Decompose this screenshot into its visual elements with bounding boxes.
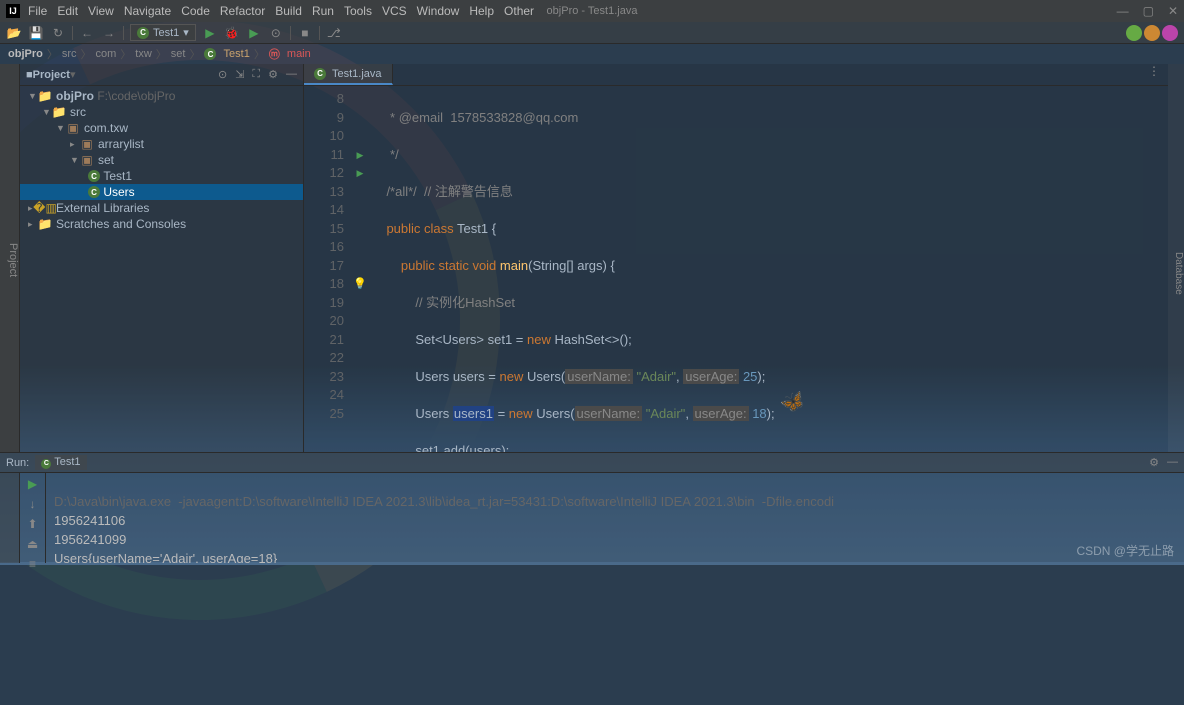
save-icon[interactable]: 💾: [28, 25, 44, 41]
rerun-icon[interactable]: ▶: [28, 477, 37, 491]
menu-run[interactable]: Run: [312, 4, 334, 18]
open-icon[interactable]: 📂: [6, 25, 22, 41]
right-tool-strip[interactable]: Database: [1168, 64, 1184, 452]
toolbar: 📂 💾 ↻ ← → CTest1 ▾ ▶ 🐞 ▶ ⊙ ■ ⎇: [0, 22, 1184, 44]
menu-file[interactable]: File: [28, 4, 47, 18]
target-icon[interactable]: ⊙: [218, 68, 227, 81]
menu-other[interactable]: Other: [504, 4, 534, 18]
code-lines[interactable]: * @email 1578533828@qq.com */ /*all*/ //…: [368, 86, 1168, 452]
layout-icon[interactable]: ≡: [29, 557, 36, 571]
bc-set[interactable]: set: [171, 48, 186, 60]
window-title: objPro - Test1.java: [547, 5, 638, 17]
tree-root[interactable]: ▼📁objPro F:\code\objPro: [20, 88, 303, 104]
class-icon: C: [204, 48, 216, 60]
menu-code[interactable]: Code: [181, 4, 210, 18]
tree-users[interactable]: C Users: [20, 184, 303, 200]
menu-navigate[interactable]: Navigate: [124, 4, 171, 18]
back-icon[interactable]: ←: [79, 25, 95, 41]
menu-build[interactable]: Build: [275, 4, 302, 18]
run-label: Run:: [6, 457, 29, 469]
settings-icon[interactable]: ⚙: [268, 68, 278, 81]
bc-com[interactable]: com: [96, 48, 117, 60]
project-panel-title: Project: [33, 69, 70, 81]
tree-src[interactable]: ▼📁src: [20, 104, 303, 120]
run-settings-icon[interactable]: ⚙: [1149, 456, 1159, 469]
bc-class[interactable]: Test1: [224, 48, 250, 60]
forward-icon[interactable]: →: [101, 25, 117, 41]
run-hide-icon[interactable]: —: [1167, 456, 1178, 469]
debug-icon[interactable]: 🐞: [224, 25, 240, 41]
tree-scratches[interactable]: ▸📁Scratches and Consoles: [20, 216, 303, 232]
menu-help[interactable]: Help: [469, 4, 494, 18]
collapse-icon[interactable]: ⇲: [235, 68, 244, 81]
stop-icon[interactable]: ■: [297, 25, 313, 41]
run-class-gutter-icon[interactable]: ▶: [352, 146, 368, 165]
bc-method[interactable]: main: [287, 48, 311, 60]
project-panel: ■ Project ▾ ⊙ ⇲ ⛶ ⚙ — ▼📁objPro F:\code\o…: [20, 64, 304, 452]
title-bar: IJ File Edit View Navigate Code Refactor…: [0, 0, 1184, 22]
watermark: CSDN @学无止路: [1076, 542, 1174, 559]
breadcrumb: objPro〉 src〉 com〉 txw〉 set〉 C Test1〉 ⓜ m…: [0, 44, 1184, 64]
avatar-2[interactable]: [1144, 25, 1160, 41]
gutter: ▶▶ 💡: [352, 86, 368, 452]
app-icon: IJ: [6, 4, 20, 18]
tree-external[interactable]: ▸�▥External Libraries: [20, 200, 303, 216]
tree-arrarylist[interactable]: ▸▣arrarylist: [20, 136, 303, 152]
run-method-gutter-icon[interactable]: ▶: [352, 164, 368, 183]
editor: CTest1.java ⋮ 89101112131415161718192021…: [304, 64, 1168, 452]
stop-run-icon[interactable]: ↓: [30, 497, 36, 511]
menu-window[interactable]: Window: [417, 4, 460, 18]
maximize-icon[interactable]: ▢: [1143, 4, 1154, 18]
run-panel: Run: C Test1 ⚙ — ▶ ↓ ⬆ ⏏ ≡ D:\Java\bin\ja…: [0, 452, 1184, 562]
editor-tab-test1[interactable]: CTest1.java: [304, 64, 393, 85]
avatar-3[interactable]: [1162, 25, 1178, 41]
expand-icon[interactable]: ⛶: [252, 68, 260, 81]
menu-view[interactable]: View: [88, 4, 114, 18]
run-controls: ▶ ↓ ⬆ ⏏ ≡: [20, 473, 46, 563]
minimize-icon[interactable]: —: [1117, 4, 1129, 18]
bc-root[interactable]: objPro: [8, 48, 43, 60]
line-numbers: 8910111213141516171819202122232425: [304, 86, 352, 452]
close-icon[interactable]: ✕: [1168, 4, 1178, 18]
intention-bulb-icon[interactable]: 💡: [352, 275, 368, 294]
up-icon[interactable]: ⬆: [27, 517, 37, 531]
avatar-1[interactable]: [1126, 25, 1142, 41]
menu-tools[interactable]: Tools: [344, 4, 372, 18]
tree-test1[interactable]: C Test1: [20, 168, 303, 184]
project-tree: ▼📁objPro F:\code\objPro ▼📁src ▼▣com.txw …: [20, 86, 303, 234]
editor-tab-more[interactable]: ⋮: [1140, 64, 1168, 85]
structure-tool-strip[interactable]: [0, 473, 20, 563]
left-tool-strip[interactable]: Project: [0, 64, 20, 452]
run-icon[interactable]: ▶: [202, 25, 218, 41]
bc-txw[interactable]: txw: [135, 48, 152, 60]
method-icon: ⓜ: [269, 46, 280, 62]
coverage-icon[interactable]: ▶: [246, 25, 262, 41]
code-area[interactable]: 8910111213141516171819202122232425 ▶▶ 💡 *…: [304, 86, 1168, 452]
run-output[interactable]: D:\Java\bin\java.exe -javaagent:D:\softw…: [46, 473, 1184, 563]
tree-set[interactable]: ▼▣set: [20, 152, 303, 168]
profile-icon[interactable]: ⊙: [268, 25, 284, 41]
menu-edit[interactable]: Edit: [57, 4, 78, 18]
menu-vcs[interactable]: VCS: [382, 4, 407, 18]
hide-icon[interactable]: —: [286, 68, 297, 81]
refresh-icon[interactable]: ↻: [50, 25, 66, 41]
run-tab[interactable]: C Test1: [35, 455, 86, 470]
bc-src[interactable]: src: [62, 48, 77, 60]
tree-pkg[interactable]: ▼▣com.txw: [20, 120, 303, 136]
vcs-icon[interactable]: ⎇: [326, 25, 342, 41]
filter-icon[interactable]: ⏏: [27, 537, 38, 551]
menu-refactor[interactable]: Refactor: [220, 4, 265, 18]
run-config-selector[interactable]: CTest1 ▾: [130, 24, 196, 41]
